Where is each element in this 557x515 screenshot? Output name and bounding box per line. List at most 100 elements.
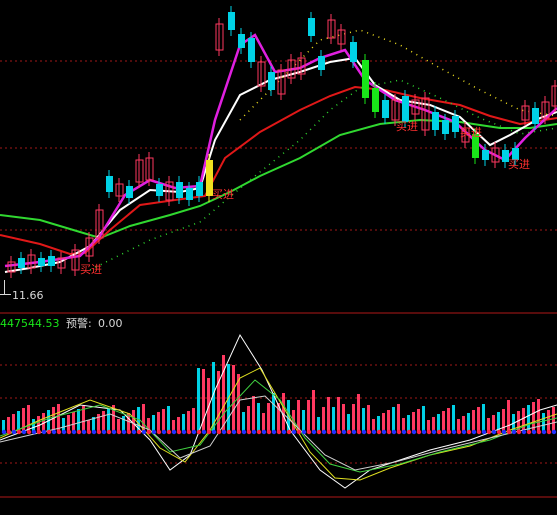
signal-dot (531, 429, 537, 435)
volume-bar (162, 409, 165, 432)
volume-bar (367, 405, 370, 432)
signal-dot (246, 429, 252, 435)
candle-body (156, 184, 163, 196)
volume-bar (522, 408, 525, 432)
volume-bar (542, 413, 545, 432)
volume-bar (12, 414, 15, 432)
signal-dot (371, 429, 377, 435)
signal-dot (376, 429, 382, 435)
volume-bar (302, 410, 305, 432)
warning-value: 0.00 (98, 317, 123, 330)
signal-dot (466, 429, 472, 435)
signal-dot (441, 429, 447, 435)
volume-bar (527, 405, 530, 432)
signal-dot (501, 429, 507, 435)
volume-bar (232, 365, 235, 432)
signal-dot (306, 429, 312, 435)
candle-body (238, 34, 245, 48)
signal-dot (166, 429, 172, 435)
signal-dot (121, 429, 127, 435)
candle-body (248, 38, 255, 62)
volume-bar (482, 404, 485, 432)
signal-dot (106, 429, 112, 435)
candle-body (106, 176, 113, 192)
signal-dot (266, 429, 272, 435)
volume-bar (392, 407, 395, 432)
low-price-marker (4, 280, 5, 294)
candle-body (532, 108, 539, 124)
signal-dot (16, 429, 22, 435)
buy-signal: 买进 (80, 263, 102, 276)
volume-bar (322, 407, 325, 432)
signal-dot (481, 429, 487, 435)
candle-body (196, 182, 203, 196)
volume-bar (157, 412, 160, 432)
volume-bar (397, 404, 400, 432)
volume-bar (357, 394, 360, 432)
signal-dot (276, 429, 282, 435)
volume-bar (507, 400, 510, 432)
candle-body (18, 258, 25, 268)
signal-dot (51, 429, 57, 435)
signal-dot (136, 429, 142, 435)
signal-dot (451, 429, 457, 435)
signal-dot (96, 429, 102, 435)
candle-body (308, 18, 315, 36)
signal-dot (231, 429, 237, 435)
signal-dot (331, 429, 337, 435)
signal-dot (156, 429, 162, 435)
low-price-label: 11.66 (12, 289, 44, 302)
candlesticks (7, 6, 557, 278)
signal-dot (131, 429, 137, 435)
volume-bar (347, 414, 350, 432)
signal-dot (416, 429, 422, 435)
ma-red-line (0, 85, 557, 256)
signal-dot (31, 429, 37, 435)
signal-dot (386, 429, 392, 435)
volume-bar (492, 415, 495, 432)
signal-dot (526, 429, 532, 435)
signal-dot (241, 429, 247, 435)
volume-bar (502, 409, 505, 432)
candle-body (362, 60, 369, 98)
candle-body (452, 116, 459, 132)
signal-dot (361, 429, 367, 435)
signal-dot (21, 429, 27, 435)
volume-bar (77, 409, 80, 432)
signal-dot (6, 429, 12, 435)
signal-dot (211, 429, 217, 435)
signal-dot (316, 429, 322, 435)
volume-bar (327, 397, 330, 432)
signal-dot (496, 429, 502, 435)
candle-body (268, 72, 275, 90)
signal-dot (461, 429, 467, 435)
volume-bar (342, 404, 345, 432)
volume-bar (362, 408, 365, 432)
volume-bar (432, 417, 435, 432)
signal-dot (126, 429, 132, 435)
candle-body (350, 42, 357, 62)
signal-dot (46, 429, 52, 435)
volume-bar (132, 410, 135, 432)
signal-dot (476, 429, 482, 435)
signal-dot (191, 429, 197, 435)
volume-bar (122, 416, 125, 432)
signal-dot (291, 429, 297, 435)
signal-dot (226, 429, 232, 435)
volume-bar (452, 405, 455, 432)
candle-body (482, 150, 489, 160)
volume-bar (462, 416, 465, 432)
signal-dot (151, 429, 157, 435)
signal-dot (61, 429, 67, 435)
volume-bar (222, 355, 225, 432)
volume-bar (152, 415, 155, 432)
signal-dot (321, 429, 327, 435)
signal-dot (346, 429, 352, 435)
signal-dot (511, 429, 517, 435)
volume-bar (182, 414, 185, 432)
volume-bar (107, 408, 110, 432)
signal-dot (81, 429, 87, 435)
signal-dot (381, 429, 387, 435)
signal-dot (506, 429, 512, 435)
signal-dot (146, 429, 152, 435)
